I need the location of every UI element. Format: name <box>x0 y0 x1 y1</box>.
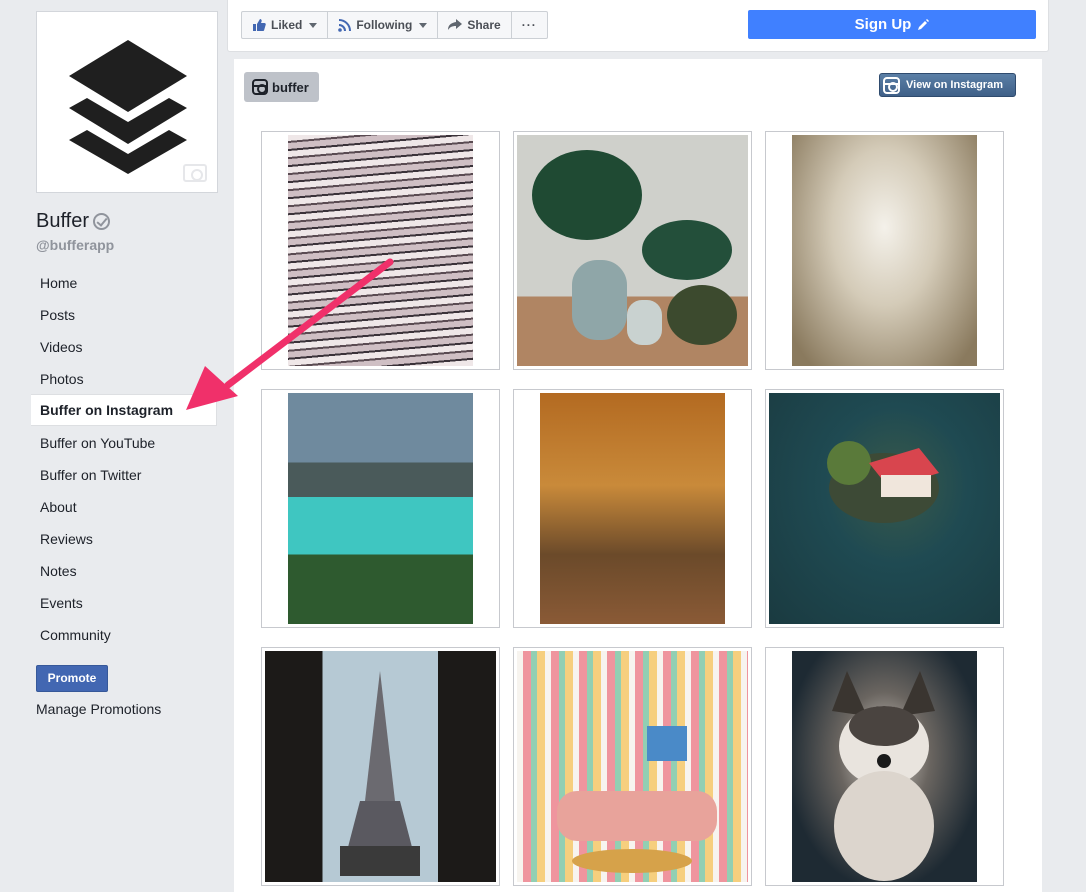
share-arrow-icon <box>448 19 463 30</box>
instagram-tab-panel: buffer View on Instagram <box>234 59 1042 892</box>
nav-item-buffer-on-twitter[interactable]: Buffer on Twitter <box>31 458 217 490</box>
photo-tile[interactable] <box>513 131 752 370</box>
profile-picture[interactable] <box>36 11 218 193</box>
nav-item-buffer-on-youtube[interactable]: Buffer on YouTube <box>31 426 217 458</box>
nav-item-notes[interactable]: Notes <box>31 554 217 586</box>
thumbs-up-icon <box>253 19 266 31</box>
share-button[interactable]: Share <box>438 12 512 38</box>
buffer-logo-icon <box>69 40 187 174</box>
nav-item-reviews[interactable]: Reviews <box>31 522 217 554</box>
following-label: Following <box>356 18 413 32</box>
share-label: Share <box>467 18 501 32</box>
more-dots-icon: ··· <box>521 18 537 32</box>
lake-photo-icon <box>288 393 473 624</box>
sign-up-button[interactable]: Sign Up <box>748 10 1036 39</box>
photo-tile[interactable] <box>765 131 1004 370</box>
view-on-instagram-button[interactable]: View on Instagram <box>879 73 1016 97</box>
nav-item-videos[interactable]: Videos <box>31 330 217 362</box>
sofa-illustration <box>517 651 748 882</box>
page-title: Buffer <box>36 210 110 233</box>
pencil-icon <box>918 18 930 30</box>
photo-tile[interactable] <box>765 389 1004 628</box>
instagram-icon <box>252 79 268 95</box>
liked-button[interactable]: Liked <box>242 12 329 38</box>
verified-badge-icon <box>93 213 110 230</box>
nav-item-home[interactable]: Home <box>31 266 217 298</box>
liked-label: Liked <box>271 18 303 32</box>
action-button-group: Liked Following Share ··· <box>241 11 548 39</box>
plant-photo-icon <box>517 135 748 366</box>
eiffel-tower-illustration <box>340 671 420 876</box>
photo-tile[interactable] <box>513 389 752 628</box>
instagram-account-name: buffer <box>272 79 309 95</box>
husky-photo-icon <box>792 651 977 882</box>
photo-tile[interactable] <box>765 647 1004 886</box>
horses-photo-icon <box>792 135 977 366</box>
manage-promotions-link[interactable]: Manage Promotions <box>36 701 161 717</box>
chevron-down-icon <box>309 22 318 28</box>
island-house-photo-icon <box>769 393 1000 624</box>
page-handle: @bufferapp <box>36 237 115 253</box>
page-name: Buffer <box>36 210 89 232</box>
nav-item-events[interactable]: Events <box>31 586 217 618</box>
husky-illustration <box>832 671 935 881</box>
plant-illustration <box>532 150 737 345</box>
nav-item-posts[interactable]: Posts <box>31 298 217 330</box>
library-photo-icon <box>288 135 473 366</box>
view-on-instagram-label: View on Instagram <box>906 79 1003 91</box>
promote-button[interactable]: Promote <box>36 665 108 692</box>
nav-item-about[interactable]: About <box>31 490 217 522</box>
island-illustration <box>827 441 939 523</box>
more-options-button[interactable]: ··· <box>512 12 547 38</box>
camera-icon[interactable] <box>183 164 207 182</box>
instagram-account-tag[interactable]: buffer <box>244 72 319 102</box>
following-button[interactable]: Following <box>328 12 439 38</box>
page-action-bar: Liked Following Share ··· Sign Up <box>227 0 1049 52</box>
sign-up-label: Sign Up <box>854 16 912 33</box>
nav-item-buffer-on-instagram[interactable]: Buffer on Instagram <box>31 394 217 426</box>
photo-tile[interactable] <box>261 131 500 370</box>
eiffel-tower-photo-icon <box>265 651 496 882</box>
rss-feed-icon <box>338 18 352 32</box>
photo-tile[interactable] <box>513 647 752 886</box>
instagram-icon <box>883 76 900 94</box>
bookshelf-photo-icon <box>517 651 748 882</box>
photo-tile[interactable] <box>261 389 500 628</box>
nav-item-photos[interactable]: Photos <box>31 362 217 394</box>
chevron-down-icon <box>419 22 428 28</box>
page-nav: Home Posts Videos Photos Buffer on Insta… <box>31 266 217 650</box>
photo-tile[interactable] <box>261 647 500 886</box>
autumn-park-photo-icon <box>540 393 725 624</box>
nav-item-community[interactable]: Community <box>31 618 217 650</box>
